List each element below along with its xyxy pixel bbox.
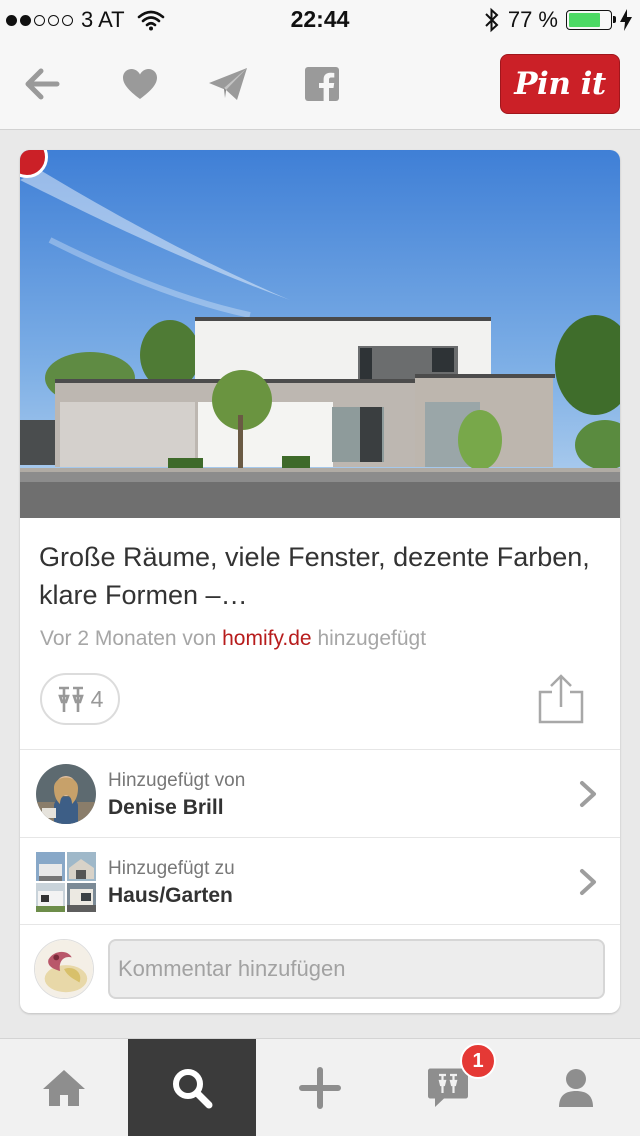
tab-create[interactable] xyxy=(256,1039,384,1136)
battery-percent: 77 % xyxy=(507,7,558,32)
charging-bolt-icon xyxy=(620,9,632,31)
tab-search[interactable] xyxy=(128,1039,256,1136)
send-icon xyxy=(209,68,247,100)
profile-icon xyxy=(559,1069,593,1107)
tab-home[interactable] xyxy=(0,1039,128,1136)
pin-it-button[interactable]: Pin it xyxy=(500,54,620,114)
pin-image[interactable] xyxy=(20,150,620,518)
current-user-avatar xyxy=(34,939,94,999)
send-button[interactable] xyxy=(206,62,250,106)
added-by-name: Denise Brill xyxy=(108,796,224,819)
bluetooth-icon xyxy=(485,7,499,33)
pin-card: Große Räume, viele Fenster, dezente Farb… xyxy=(20,150,620,1013)
board-thumb-3 xyxy=(36,883,65,912)
pin-attribution: Vor 2 Monaten von homify.de hinzugefügt xyxy=(40,627,426,651)
facebook-share-button[interactable] xyxy=(300,62,344,106)
back-arrow-icon xyxy=(25,68,60,100)
tab-profile[interactable] xyxy=(512,1039,640,1136)
battery-level xyxy=(569,13,600,27)
status-right: 77 % xyxy=(484,7,632,33)
top-navigation: Pin it xyxy=(0,40,640,130)
added-by-row[interactable]: Hinzugefügt von Denise Brill xyxy=(20,750,620,836)
plus-icon xyxy=(299,1067,341,1109)
board-name: Haus/Garten xyxy=(108,884,233,907)
facebook-icon xyxy=(305,67,339,101)
attribution-prefix: Vor 2 Monaten von xyxy=(40,627,223,650)
chevron-right-icon xyxy=(580,869,596,895)
like-button[interactable] xyxy=(118,62,162,106)
heart-icon xyxy=(123,69,157,99)
source-link[interactable]: homify.de xyxy=(222,627,312,650)
repin-count-button[interactable]: 4 xyxy=(40,673,120,725)
divider xyxy=(20,924,620,925)
added-to-label: Hinzugefügt zu xyxy=(108,858,235,879)
board-thumb-2 xyxy=(67,852,96,881)
notification-badge: 1 xyxy=(460,1043,496,1079)
user-avatar xyxy=(36,764,96,824)
home-icon xyxy=(43,1070,85,1106)
pins-icon xyxy=(57,686,84,712)
board-thumbnail xyxy=(36,852,96,912)
repin-count: 4 xyxy=(90,685,104,712)
search-icon xyxy=(173,1069,213,1109)
added-to-board-row[interactable]: Hinzugefügt zu Haus/Garten xyxy=(20,838,620,924)
comment-input[interactable] xyxy=(108,939,605,999)
attribution-suffix: hinzugefügt xyxy=(311,627,427,650)
bottom-tab-bar: 1 xyxy=(0,1038,640,1136)
pin-title[interactable]: Große Räume, viele Fenster, dezente Farb… xyxy=(39,538,599,614)
board-thumb-1 xyxy=(36,852,65,881)
share-icon[interactable] xyxy=(538,674,584,724)
battery-icon xyxy=(566,10,616,30)
news-icon xyxy=(428,1068,468,1107)
board-thumb-4 xyxy=(67,883,96,912)
back-button[interactable] xyxy=(20,62,64,106)
added-by-label: Hinzugefügt von xyxy=(108,770,246,791)
chevron-right-icon xyxy=(580,781,596,807)
status-bar: 3 AT 22:44 77 % xyxy=(0,0,640,40)
